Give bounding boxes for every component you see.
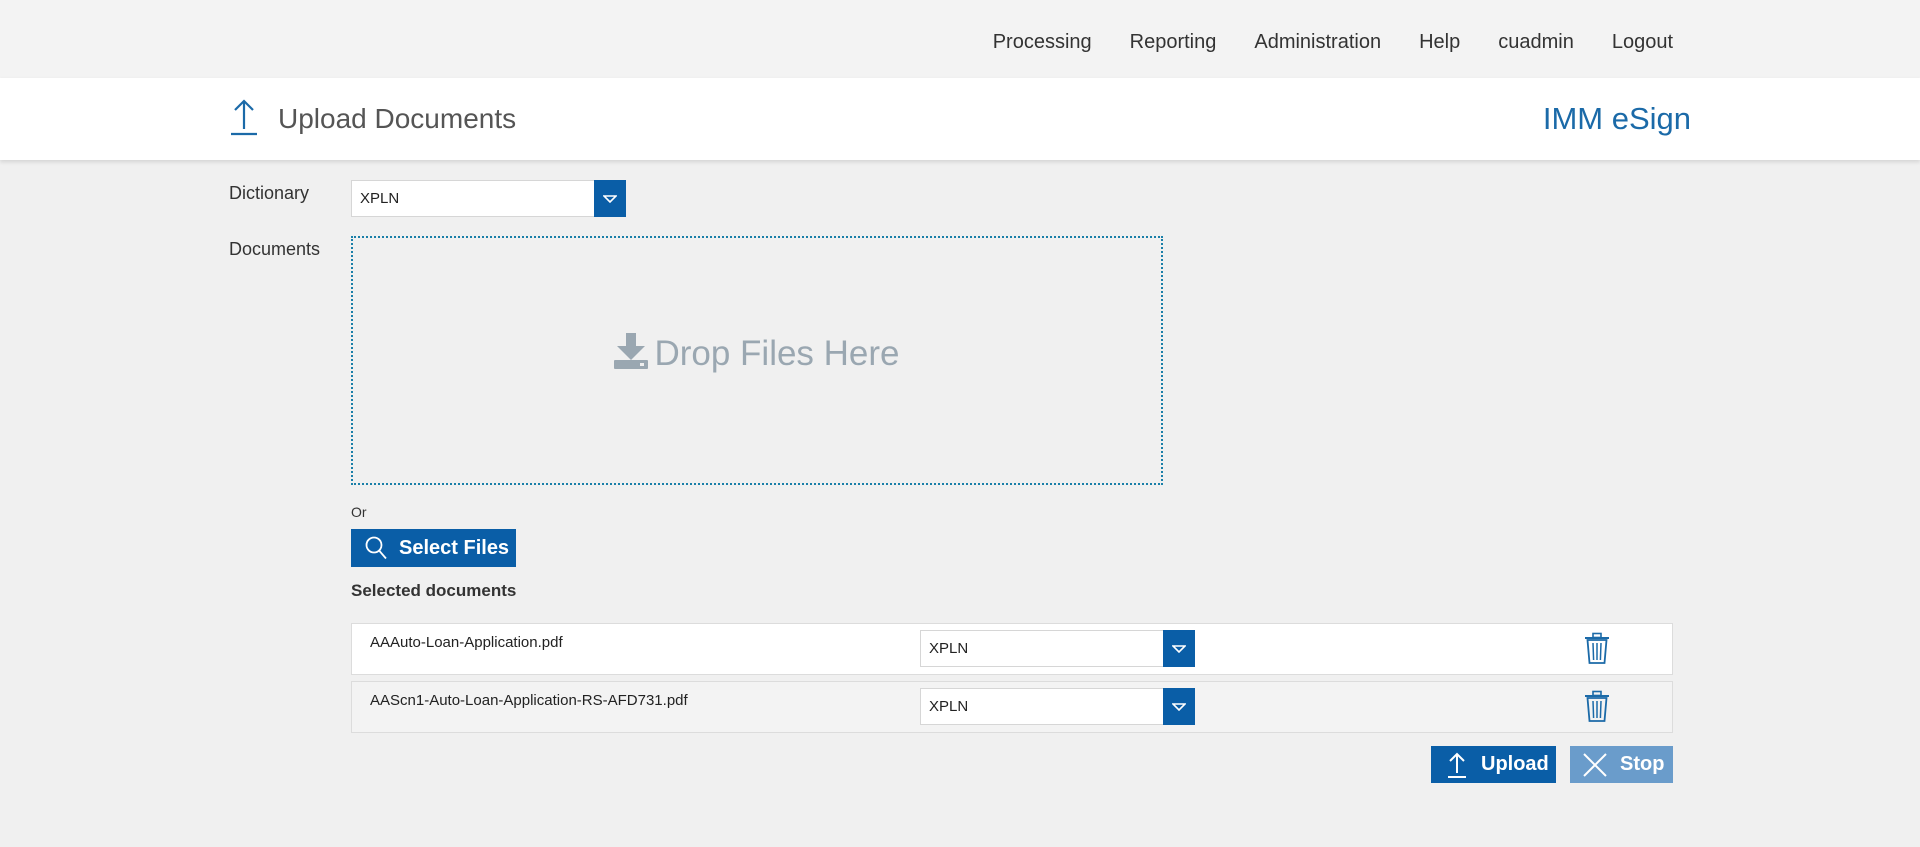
page-title-group: Upload Documents xyxy=(230,78,516,160)
download-icon xyxy=(614,333,649,374)
document-dictionary-dropdown-button[interactable] xyxy=(1163,630,1195,667)
document-dictionary-value: XPLN xyxy=(929,640,969,657)
top-nav-menu: Processing Reporting Administration Help… xyxy=(955,0,1673,84)
document-dictionary-select[interactable]: XPLN xyxy=(920,688,1195,725)
document-filename: AAAuto-Loan-Application.pdf xyxy=(370,634,563,651)
trash-icon[interactable] xyxy=(1583,690,1611,727)
top-nav: Processing Reporting Administration Help… xyxy=(0,0,1920,78)
select-files-label: Select Files xyxy=(399,536,510,559)
chevron-down-icon xyxy=(1172,644,1186,653)
dictionary-select-value: XPLN xyxy=(360,190,400,207)
dictionary-label: Dictionary xyxy=(229,183,310,203)
chevron-down-icon xyxy=(603,194,617,203)
upload-button[interactable]: Upload xyxy=(1431,746,1556,783)
upload-icon xyxy=(230,97,278,142)
file-dropzone[interactable]: Drop Files Here xyxy=(351,236,1163,485)
nav-help[interactable]: Help xyxy=(1419,31,1460,54)
document-dictionary-select[interactable]: XPLN xyxy=(920,630,1195,667)
close-icon xyxy=(1582,752,1608,778)
page-header: Upload Documents IMM eSign xyxy=(0,78,1920,160)
nav-processing[interactable]: Processing xyxy=(993,31,1092,54)
nav-user[interactable]: cuadmin xyxy=(1498,31,1574,54)
dropzone-text: Drop Files Here xyxy=(654,333,900,373)
document-dictionary-value: XPLN xyxy=(929,698,969,715)
dictionary-select[interactable]: XPLN xyxy=(351,180,626,217)
stop-button[interactable]: Stop xyxy=(1570,746,1673,783)
nav-reporting[interactable]: Reporting xyxy=(1130,31,1217,54)
nav-logout[interactable]: Logout xyxy=(1612,31,1673,54)
table-row: AAScn1-Auto-Loan-Application-RS-AFD731.p… xyxy=(351,681,1673,733)
page-title: Upload Documents xyxy=(278,103,517,134)
search-icon xyxy=(365,536,387,560)
document-filename: AAScn1-Auto-Loan-Application-RS-AFD731.p… xyxy=(370,692,688,709)
selected-documents-title: Selected documents xyxy=(351,581,517,600)
select-files-button[interactable]: Select Files xyxy=(351,529,516,567)
documents-label: Documents xyxy=(229,239,321,259)
table-row: AAAuto-Loan-Application.pdf XPLN xyxy=(351,623,1673,675)
dictionary-dropdown-button[interactable] xyxy=(594,180,626,217)
chevron-down-icon xyxy=(1172,702,1186,711)
upload-label: Upload xyxy=(1481,753,1549,775)
stop-label: Stop xyxy=(1620,753,1665,775)
brand-logo: IMM eSign xyxy=(1542,101,1691,136)
dropzone-content: Drop Files Here xyxy=(614,333,900,374)
nav-administration[interactable]: Administration xyxy=(1254,31,1381,54)
upload-icon xyxy=(1447,751,1467,779)
document-dictionary-dropdown-button[interactable] xyxy=(1163,688,1195,725)
trash-icon[interactable] xyxy=(1583,632,1611,669)
or-text: Or xyxy=(351,504,367,520)
